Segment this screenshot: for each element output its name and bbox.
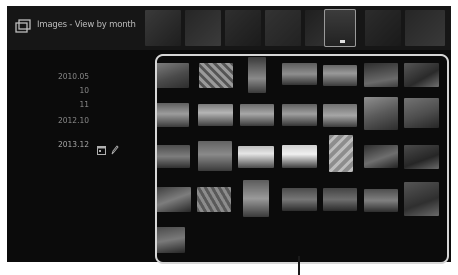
calendar-icon bbox=[97, 146, 106, 155]
date-item-current[interactable]: 2013.12 bbox=[37, 140, 89, 149]
month-strip-thumb[interactable] bbox=[145, 10, 181, 46]
date-item[interactable]: 2010.05 bbox=[37, 72, 89, 81]
viewer-screen: Images - View by month 2010.05 10 11 201… bbox=[7, 6, 451, 264]
strip-position-marker bbox=[340, 40, 345, 43]
month-strip-thumb[interactable] bbox=[405, 10, 445, 46]
month-strip-thumb[interactable] bbox=[365, 10, 401, 46]
date-item[interactable]: 2012.10 bbox=[37, 116, 89, 125]
photo-grid-frame bbox=[155, 54, 449, 264]
gallery-icon bbox=[15, 19, 31, 33]
date-item[interactable]: 11 bbox=[37, 100, 89, 109]
date-item[interactable]: 10 bbox=[37, 86, 89, 95]
month-strip-thumb[interactable] bbox=[185, 10, 221, 46]
month-strip-thumb[interactable] bbox=[225, 10, 261, 46]
callout-line bbox=[298, 256, 300, 275]
top-bar: Images - View by month bbox=[7, 6, 451, 50]
view-title: Images - View by month bbox=[37, 20, 136, 30]
pencil-icon bbox=[111, 145, 119, 155]
month-strip-thumb[interactable] bbox=[265, 10, 301, 46]
date-icons bbox=[97, 140, 119, 159]
